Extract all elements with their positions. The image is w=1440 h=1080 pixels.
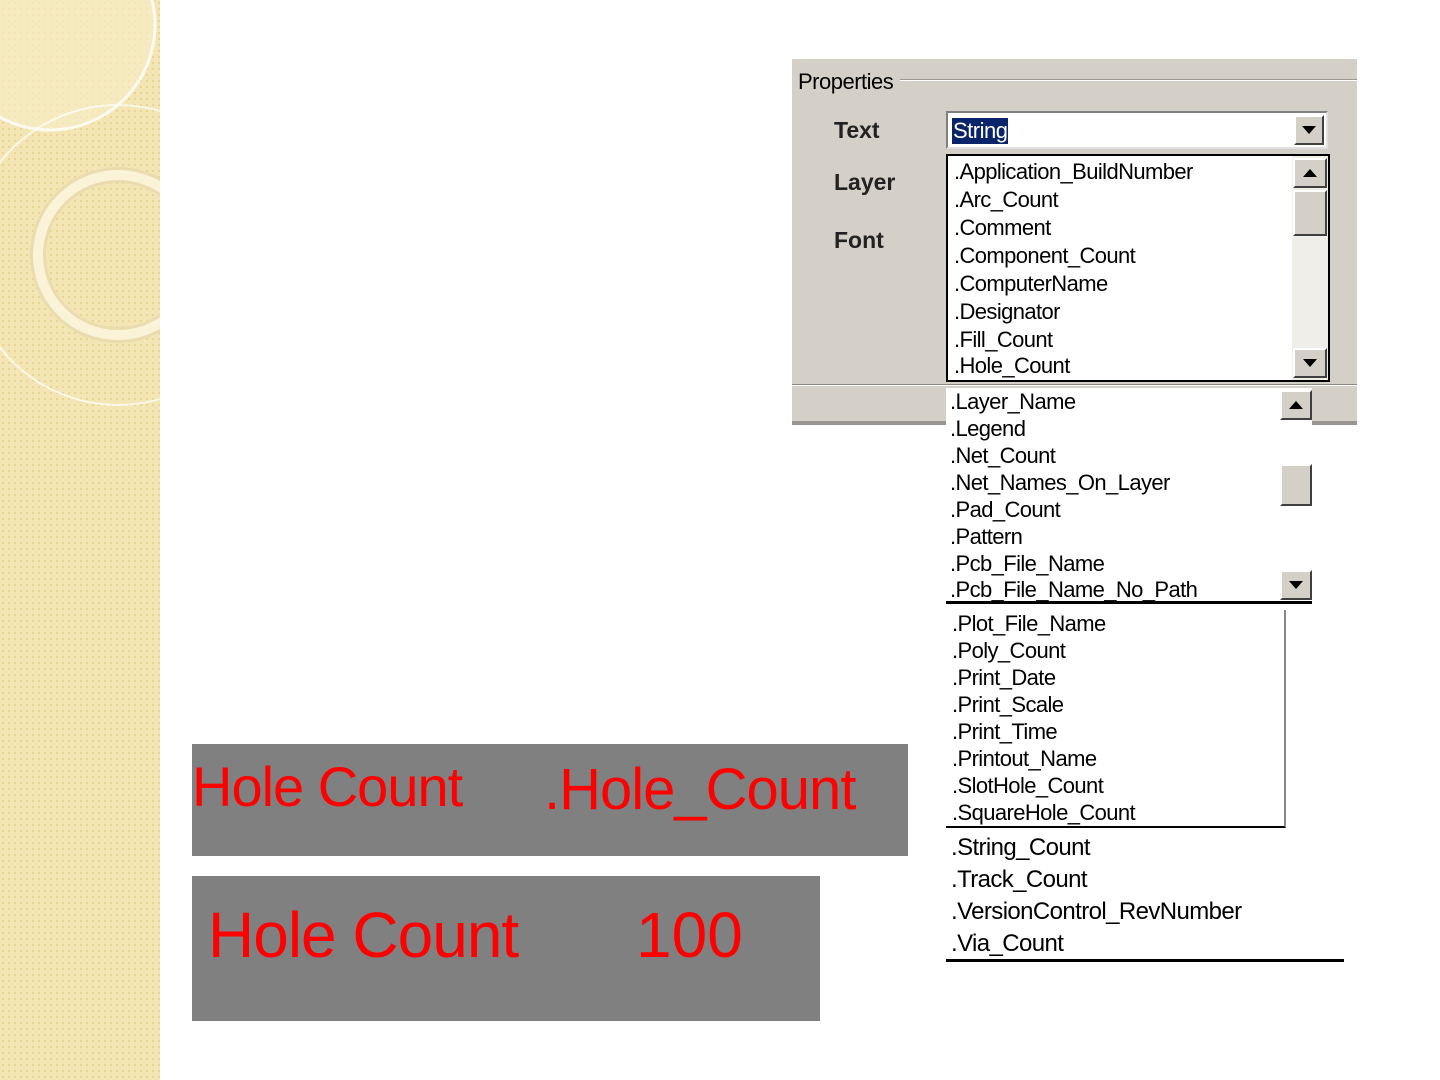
combo-dropdown-button[interactable] (1294, 115, 1324, 145)
preview-value: 100 (636, 899, 743, 971)
list-item[interactable]: .Via_Count (951, 928, 1064, 960)
list-item[interactable]: .VersionControl_RevNumber (951, 896, 1242, 928)
list-item[interactable]: .Poly_Count (952, 637, 1066, 664)
list-item[interactable]: .Application_BuildNumber (954, 158, 1193, 186)
special-string-list-1[interactable]: .Application_BuildNumber .Arc_Count .Com… (946, 154, 1330, 382)
list-item[interactable]: .Legend (950, 415, 1026, 442)
list-item[interactable]: .Print_Time (952, 718, 1058, 745)
list-item[interactable]: .Print_Date (952, 664, 1056, 691)
list-item[interactable]: .Plot_File_Name (952, 610, 1106, 637)
list-item[interactable]: .Layer_Name (950, 388, 1076, 415)
list-item[interactable]: .Pattern (950, 523, 1023, 550)
preview-label: Hole Count (208, 899, 519, 971)
arrow-down-icon (1289, 581, 1303, 589)
list-item[interactable]: .Print_Scale (952, 691, 1064, 718)
properties-legend: Properties (798, 69, 898, 95)
scroll-thumb[interactable] (1293, 190, 1327, 236)
special-string-list-3[interactable]: .Plot_File_Name .Poly_Count .Print_Date … (946, 610, 1286, 828)
list-item[interactable]: .String_Count (951, 832, 1091, 864)
text-combo[interactable]: String (946, 111, 1328, 149)
list-item[interactable]: .Designator (954, 298, 1061, 326)
special-string-list-2[interactable]: .Layer_Name .Legend .Net_Count .Net_Name… (946, 388, 1312, 604)
list-item[interactable]: .Comment (954, 214, 1051, 242)
list-item[interactable]: .Pcb_File_Name_No_Path (950, 576, 1198, 603)
scroll-up-button[interactable] (1280, 390, 1312, 420)
list-item[interactable]: .Net_Names_On_Layer (950, 469, 1170, 496)
arrow-up-icon (1289, 401, 1303, 409)
list-item[interactable]: .SquareHole_Count (952, 799, 1136, 826)
list-item[interactable]: .Fill_Count (954, 326, 1053, 354)
special-string-list-4[interactable]: .String_Count .Track_Count .VersionContr… (946, 832, 1344, 962)
scroll-up-button[interactable] (1293, 158, 1327, 188)
preview-special-string: .Hole_Count (544, 757, 856, 822)
decorative-circles (0, 0, 160, 406)
layer-label: Layer (834, 169, 896, 195)
list-border (946, 601, 1312, 604)
list-item[interactable]: .Arc_Count (954, 186, 1059, 214)
group-divider (900, 79, 1357, 81)
bottom-divider (792, 384, 1357, 386)
arrow-down-icon (1303, 359, 1317, 367)
list-item[interactable]: .Hole_Count (954, 352, 1070, 380)
scroll-thumb[interactable] (1280, 464, 1312, 506)
list-item[interactable]: .Component_Count (954, 242, 1136, 270)
list-item[interactable]: .Pad_Count (950, 496, 1061, 523)
vertical-scrollbar[interactable] (1292, 156, 1328, 380)
scroll-down-button[interactable] (1293, 348, 1327, 378)
arrow-up-icon (1303, 169, 1317, 177)
list-item[interactable]: .Pcb_File_Name (950, 550, 1105, 577)
text-combo-value[interactable]: String (952, 118, 1009, 144)
preview-label: Hole Count (192, 755, 463, 818)
pcb-text-preview-converted: Hole Count 100 (192, 876, 820, 1021)
pcb-text-preview-unconverted: Hole Count .Hole_Count (192, 744, 908, 856)
list-item[interactable]: .Track_Count (951, 864, 1088, 896)
list-item[interactable]: .Net_Count (950, 442, 1056, 469)
chevron-down-icon (1302, 126, 1316, 134)
decorative-sidebar (0, 0, 160, 1080)
list-item[interactable]: .Printout_Name (952, 745, 1097, 772)
text-label: Text (834, 117, 880, 143)
list-item[interactable]: .SlotHole_Count (952, 772, 1104, 799)
font-label: Font (834, 227, 884, 253)
list-item[interactable]: .ComputerName (954, 270, 1108, 298)
scroll-down-button[interactable] (1280, 570, 1312, 600)
